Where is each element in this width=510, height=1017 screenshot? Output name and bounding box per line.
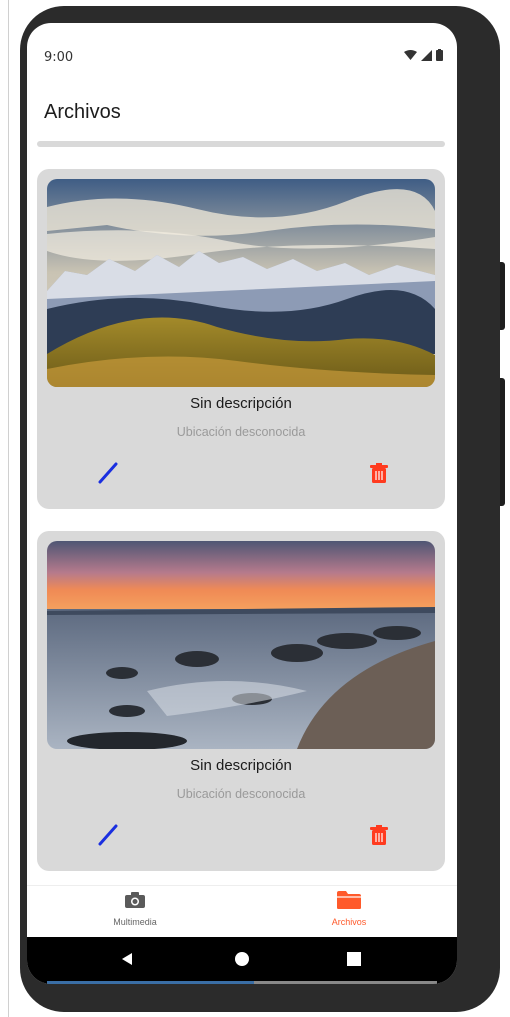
status-bar: 9:00 (27, 23, 457, 83)
status-icons (404, 49, 443, 61)
card-description: Sin descripción (190, 757, 292, 774)
app-bar: Archivos (27, 83, 457, 143)
card-image-seaside[interactable] (47, 541, 435, 749)
card-location: Ubicación desconocida (176, 787, 306, 801)
list-top-edge (37, 141, 445, 147)
app-screen: 9:00 Archivos Sin descripción Ubicación … (27, 23, 457, 984)
recents-icon[interactable] (346, 951, 362, 967)
file-card[interactable]: Sin descripción Ubicación desconocida (37, 169, 445, 509)
nav-label-archivos: Archivos (331, 917, 367, 927)
page-edge-line (8, 0, 9, 1017)
nav-label-multimedia: Multimedia (113, 917, 157, 927)
card-location: Ubicación desconocida (176, 425, 306, 439)
page-title: Archivos (44, 101, 121, 123)
system-navigation-bar (27, 937, 457, 984)
nav-item-archivos[interactable]: Archivos (289, 890, 409, 927)
delete-icon[interactable] (365, 821, 393, 849)
file-card[interactable]: Sin descripción Ubicación desconocida (37, 531, 445, 871)
back-icon[interactable] (120, 951, 136, 967)
card-description: Sin descripción (190, 395, 292, 412)
edit-icon[interactable] (95, 459, 123, 487)
bottom-indicator (47, 981, 437, 984)
bottom-navigation: Multimedia Archivos (27, 885, 457, 938)
wifi-icon (404, 49, 417, 60)
status-time: 9:00 (44, 50, 74, 65)
delete-icon[interactable] (365, 459, 393, 487)
camera-icon (125, 892, 145, 908)
edit-icon[interactable] (95, 821, 123, 849)
battery-icon (436, 49, 443, 61)
nav-item-multimedia[interactable]: Multimedia (75, 890, 195, 927)
card-image-mountains[interactable] (47, 179, 435, 387)
cell-signal-icon (421, 49, 432, 61)
folder-icon (337, 891, 361, 909)
home-icon[interactable] (234, 951, 250, 967)
